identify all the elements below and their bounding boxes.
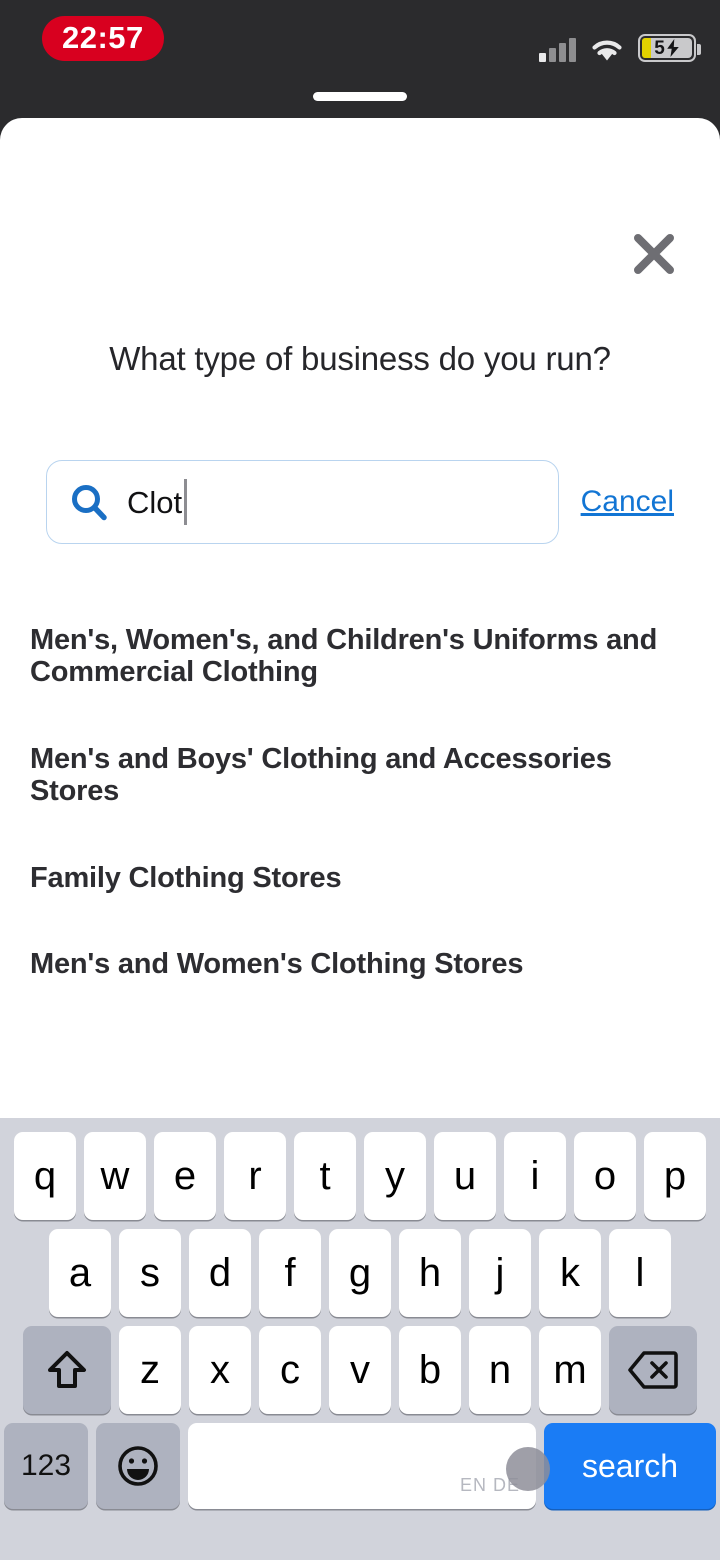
key-v[interactable]: v (329, 1326, 391, 1414)
search-input[interactable]: Clot (46, 460, 559, 544)
key-a[interactable]: a (49, 1229, 111, 1317)
list-item[interactable]: Men's and Women's Clothing Stores (0, 948, 720, 980)
key-z[interactable]: z (119, 1326, 181, 1414)
key-u[interactable]: u (434, 1132, 496, 1220)
list-item[interactable]: Men's and Boys' Clothing and Accessories… (0, 743, 720, 808)
key-e[interactable]: e (154, 1132, 216, 1220)
sheet-drag-handle[interactable] (313, 92, 407, 101)
wifi-icon (590, 36, 624, 62)
backspace-delete-icon (628, 1351, 678, 1389)
key-g[interactable]: g (329, 1229, 391, 1317)
status-icons-group: 5 (539, 28, 701, 62)
key-k[interactable]: k (539, 1229, 601, 1317)
key-p[interactable]: p (644, 1132, 706, 1220)
key-h[interactable]: h (399, 1229, 461, 1317)
key-q[interactable]: q (14, 1132, 76, 1220)
close-icon (634, 234, 674, 274)
shift-key[interactable] (23, 1326, 111, 1414)
keyboard-row-2: asdfghjkl (0, 1220, 720, 1317)
search-row: Clot Cancel (0, 460, 720, 544)
keyboard-bottom-bar (0, 1552, 720, 1560)
cancel-button[interactable]: Cancel (577, 485, 674, 519)
list-item-label: Men's, Women's, and Children's Uniforms … (30, 624, 658, 689)
status-bar: 22:57 5 (0, 0, 720, 86)
shift-arrow-icon (48, 1351, 86, 1388)
emoji-key[interactable] (96, 1423, 180, 1509)
key-y[interactable]: y (364, 1132, 426, 1220)
battery-level-text: 5 (654, 37, 665, 59)
list-item[interactable]: Men's, Women's, and Children's Uniforms … (0, 624, 720, 689)
keyboard-row-3: zxcvbnm (0, 1317, 720, 1414)
key-d[interactable]: d (189, 1229, 251, 1317)
page-title: What type of business do you run? (109, 340, 611, 377)
key-s[interactable]: s (119, 1229, 181, 1317)
search-key[interactable]: search (544, 1423, 716, 1509)
emoji-smiley-icon (118, 1446, 158, 1486)
key-r[interactable]: r (224, 1132, 286, 1220)
cellular-signal-icon (539, 36, 576, 62)
key-j[interactable]: j (469, 1229, 531, 1317)
keyboard-drag-dot[interactable] (506, 1447, 550, 1491)
key-m[interactable]: m (539, 1326, 601, 1414)
close-button[interactable] (626, 226, 682, 282)
on-screen-keyboard: qwertyuiop asdfghjkl zxcvbnm 123 EN DE s… (0, 1118, 720, 1560)
list-item-label: Men's and Boys' Clothing and Accessories… (30, 742, 612, 808)
key-t[interactable]: t (294, 1132, 356, 1220)
key-f[interactable]: f (259, 1229, 321, 1317)
key-n[interactable]: n (469, 1326, 531, 1414)
list-item[interactable]: Family Clothing Stores (0, 862, 720, 894)
key-c[interactable]: c (259, 1326, 321, 1414)
key-x[interactable]: x (189, 1326, 251, 1414)
status-time: 22:57 (42, 16, 164, 61)
search-icon (72, 485, 107, 521)
backspace-key[interactable] (609, 1326, 697, 1414)
space-key[interactable]: EN DE (188, 1423, 550, 1509)
list-item-label: Men's and Women's Clothing Stores (30, 948, 524, 981)
search-results-list: Men's, Women's, and Children's Uniforms … (0, 624, 720, 1035)
numbers-key[interactable]: 123 (4, 1423, 88, 1509)
key-b[interactable]: b (399, 1326, 461, 1414)
key-o[interactable]: o (574, 1132, 636, 1220)
keyboard-row-1: qwertyuiop (0, 1118, 720, 1220)
key-w[interactable]: w (84, 1132, 146, 1220)
text-cursor (184, 479, 188, 525)
battery-charging-icon: 5 (638, 34, 701, 62)
key-i[interactable]: i (504, 1132, 566, 1220)
key-l[interactable]: l (609, 1229, 671, 1317)
search-input-value: Clot (127, 484, 183, 520)
business-type-sheet: What type of business do you run? Clot C… (0, 118, 720, 1560)
keyboard-row-4: 123 EN DE search (0, 1414, 720, 1509)
list-item-label: Family Clothing Stores (30, 861, 342, 894)
